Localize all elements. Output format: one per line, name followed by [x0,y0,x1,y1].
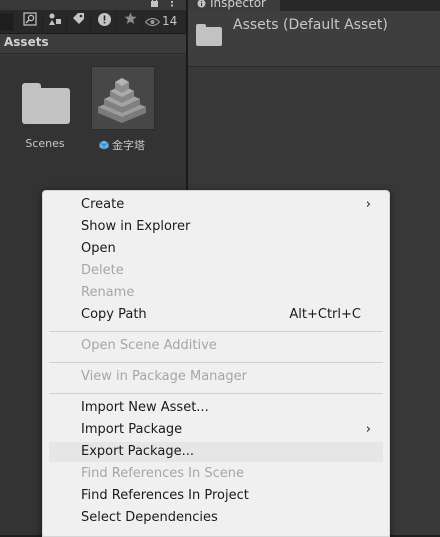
menu-item-label: Find References In Project [81,488,249,503]
toolbar-divider [116,13,117,30]
eye-icon [145,17,160,26]
menu-item-select-dependencies[interactable]: Select Dependencies [49,508,383,528]
menu-item-delete: Delete [49,261,383,281]
folder-icon [196,24,222,46]
menu-item-create[interactable]: Create › [49,195,383,215]
pyramid-model-icon [98,78,146,123]
menu-item-find-references-in-project[interactable]: Find References In Project [49,486,383,506]
submenu-arrow-icon: › [365,422,371,437]
menu-shortcut: Alt+Ctrl+C [289,307,361,322]
toolbar-divider [42,13,43,30]
menu-item-view-in-package-manager: View in Package Manager [49,367,383,387]
menu-item-label: Select Dependencies [81,510,218,525]
inspector-title: Assets (Default Asset) [233,17,388,33]
tab-inspector[interactable]: Inspector [188,0,288,11]
menu-item-label: Import New Asset... [81,400,209,415]
tab-inspector-label: Inspector [210,0,266,10]
info-icon [197,0,206,8]
scene-filter-icon[interactable] [44,12,66,31]
label-tag-icon[interactable] [68,12,90,31]
asset-name: 金字塔 [112,139,145,152]
inspector-header: Assets (Default Asset) [188,11,440,67]
menu-item-open-scene-additive: Open Scene Additive [49,336,383,356]
menu-item-show-in-explorer[interactable]: Show in Explorer [49,217,383,237]
error-icon[interactable] [93,12,115,31]
more-menu-icon[interactable] [170,0,174,7]
context-menu: Create › Show in Explorer Open Delete Re… [42,190,390,537]
menu-item-find-references-in-scene: Find References In Scene [49,464,383,484]
prefab-icon [99,140,109,150]
toolbar-divider [66,13,67,30]
toolbar-divider [142,13,143,30]
menu-item-label: Show in Explorer [81,219,191,234]
menu-item-copy-path[interactable]: Copy Path Alt+Ctrl+C [49,305,383,325]
hidden-packages-toggle[interactable]: 14 [145,12,177,31]
menu-item-label: Delete [81,263,124,278]
menu-item-label: Rename [81,285,135,300]
menu-item-label: Create [81,197,125,212]
menu-item-import-package[interactable]: Import Package › [49,420,383,440]
project-toolbar: 14 [0,10,186,34]
menu-item-label: Open Scene Additive [81,338,217,353]
search-filter-icon[interactable] [19,12,41,31]
menu-item-rename: Rename [49,283,383,303]
toolbar-divider [90,13,91,30]
favorite-star-icon[interactable] [119,12,141,31]
folder-icon [22,83,70,124]
panel-top-tools [146,0,186,10]
menu-item-label: Export Package... [81,444,194,459]
menu-item-label: Import Package [81,422,183,437]
lock-icon[interactable] [150,0,159,7]
menu-item-open[interactable]: Open [49,239,383,259]
menu-item-export-package[interactable]: Export Package... [49,442,383,462]
asset-tile-scenes[interactable]: Scenes [0,64,76,152]
menu-item-label: View in Package Manager [81,369,247,384]
pyramid-thumbnail [91,66,155,130]
menu-separator [49,362,383,363]
asset-tile-pyramid[interactable]: 金字塔 [86,64,162,152]
asset-label: 金字塔 [74,137,170,153]
menu-item-label: Find References In Scene [81,466,244,481]
breadcrumb[interactable]: Assets [4,35,49,49]
menu-separator [49,331,383,332]
tab-strip [280,0,440,11]
menu-item-import-new-asset[interactable]: Import New Asset... [49,398,383,418]
hidden-count-label: 14 [162,14,178,28]
menu-item-label: Open [81,241,116,256]
search-input[interactable] [0,13,14,31]
submenu-arrow-icon: › [365,197,371,212]
menu-separator [49,393,383,394]
breadcrumb-bar: Assets [0,34,186,54]
menu-item-label: Copy Path [81,307,147,322]
